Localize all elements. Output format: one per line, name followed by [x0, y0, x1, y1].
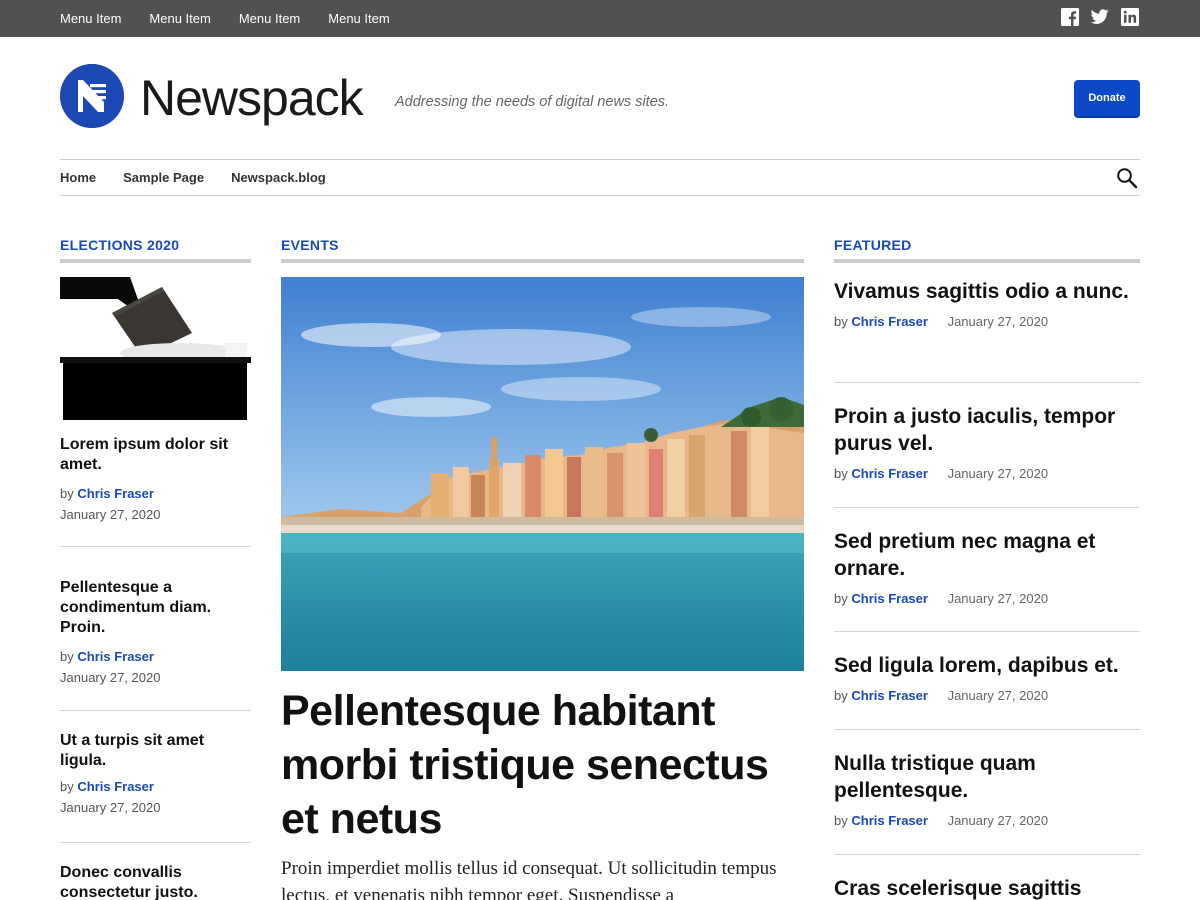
article-date: January 27, 2020: [60, 507, 161, 522]
byline: by Chris Fraser: [60, 776, 251, 797]
byline-prefix: by: [834, 591, 848, 606]
search-icon[interactable]: [1116, 167, 1138, 189]
featured-item[interactable]: Sed pretium nec magna et ornare. by Chri…: [834, 528, 1140, 606]
top-menu-item[interactable]: Menu Item: [328, 0, 389, 37]
section-title-featured[interactable]: FEATURED: [834, 236, 912, 254]
section-title-events[interactable]: EVENTS: [281, 236, 339, 254]
article-title[interactable]: Sed pretium nec magna et ornare.: [834, 528, 1140, 582]
hero-article-excerpt: Proin imperdiet mollis tellus id consequ…: [281, 858, 777, 900]
linkedin-icon[interactable]: [1121, 8, 1139, 26]
section-rule: [60, 259, 251, 263]
article-date: January 27, 2020: [947, 813, 1049, 828]
article-title[interactable]: Lorem ipsum dolor sit amet.: [60, 435, 251, 475]
byline-prefix: by: [834, 688, 848, 703]
donate-button[interactable]: Donate: [1074, 80, 1140, 116]
author-link[interactable]: Chris Fraser: [851, 591, 928, 606]
divider: [834, 854, 1140, 855]
article-date: January 27, 2020: [947, 591, 1049, 606]
byline: by Chris Fraser: [60, 646, 251, 667]
article-title[interactable]: Donec convallis consectetur justo.: [60, 863, 251, 900]
nav-item-home[interactable]: Home: [60, 170, 96, 185]
section-rule: [834, 259, 1140, 263]
site-logo[interactable]: [60, 64, 124, 128]
byline: by Chris Fraser: [60, 483, 251, 504]
ballot-box-image[interactable]: [60, 277, 251, 420]
author-link[interactable]: Chris Fraser: [851, 466, 928, 481]
site-title[interactable]: Newspack: [140, 68, 364, 128]
section-rule: [281, 259, 804, 263]
article-date: January 27, 2020: [947, 466, 1049, 481]
article-title[interactable]: Vivamus sagittis odio a nunc.: [834, 278, 1140, 305]
list-item[interactable]: Donec convallis consectetur justo.: [60, 863, 251, 900]
featured-item[interactable]: Vivamus sagittis odio a nunc. by Chris F…: [834, 278, 1140, 329]
hero-article-title[interactable]: Pellentesque habitant morbi tristique se…: [281, 684, 804, 846]
article-title[interactable]: Ut a turpis sit amet ligula.: [60, 731, 251, 771]
byline-prefix: by: [834, 314, 848, 329]
author-link[interactable]: Chris Fraser: [851, 314, 928, 329]
top-menu-item[interactable]: Menu Item: [60, 0, 121, 37]
author-link[interactable]: Chris Fraser: [77, 649, 154, 664]
nav-divider: [60, 195, 1140, 196]
article-meta: by Chris Fraser January 27, 2020: [834, 466, 1140, 481]
list-item[interactable]: Ut a turpis sit amet ligula. by Chris Fr…: [60, 731, 251, 818]
divider: [834, 729, 1140, 730]
divider: [60, 710, 251, 711]
site-tagline: Addressing the needs of digital news sit…: [395, 94, 670, 110]
article-meta: by Chris Fraser January 27, 2020: [834, 314, 1140, 329]
byline-prefix: by: [60, 649, 74, 664]
top-menu-item[interactable]: Menu Item: [239, 0, 300, 37]
featured-item[interactable]: Nulla tristique quam pellentesque. by Ch…: [834, 750, 1140, 828]
list-item[interactable]: Lorem ipsum dolor sit amet. by Chris Fra…: [60, 435, 251, 525]
featured-item[interactable]: Proin a justo iaculis, tempor purus vel.…: [834, 403, 1140, 481]
facebook-icon[interactable]: [1061, 8, 1079, 26]
divider: [834, 382, 1140, 383]
article-date: January 27, 2020: [60, 800, 161, 815]
divider: [60, 842, 251, 843]
nav-item-newspack-blog[interactable]: Newspack.blog: [231, 170, 326, 185]
divider: [834, 631, 1140, 632]
top-menu: Menu Item Menu Item Menu Item Menu Item: [60, 0, 418, 37]
article-title[interactable]: Nulla tristique quam pellentesque.: [834, 750, 1140, 804]
divider: [834, 507, 1140, 508]
byline-prefix: by: [60, 779, 74, 794]
hero-image[interactable]: [281, 277, 804, 671]
featured-item[interactable]: Sed ligula lorem, dapibus et. by Chris F…: [834, 652, 1140, 703]
author-link[interactable]: Chris Fraser: [851, 813, 928, 828]
featured-item[interactable]: Cras scelerisque sagittis: [834, 875, 1140, 900]
article-date: January 27, 2020: [947, 314, 1049, 329]
article-date: January 27, 2020: [60, 670, 161, 685]
article-date: January 27, 2020: [947, 688, 1049, 703]
article-title[interactable]: Pellentesque a condimentum diam. Proin.: [60, 578, 251, 638]
social-links: [1061, 8, 1139, 26]
top-bar: Menu Item Menu Item Menu Item Menu Item: [0, 0, 1200, 37]
primary-nav: Home Sample Page Newspack.blog: [60, 160, 353, 195]
article-title[interactable]: Cras scelerisque sagittis: [834, 875, 1140, 900]
newspack-logo-icon: [60, 64, 124, 128]
author-link[interactable]: Chris Fraser: [77, 779, 154, 794]
article-title[interactable]: Proin a justo iaculis, tempor purus vel.: [834, 403, 1140, 457]
article-meta: by Chris Fraser January 27, 2020: [834, 591, 1140, 606]
list-item[interactable]: Pellentesque a condimentum diam. Proin. …: [60, 578, 251, 688]
author-link[interactable]: Chris Fraser: [77, 486, 154, 501]
article-title[interactable]: Sed ligula lorem, dapibus et.: [834, 652, 1140, 679]
byline-prefix: by: [834, 466, 848, 481]
top-menu-item[interactable]: Menu Item: [149, 0, 210, 37]
nav-item-sample-page[interactable]: Sample Page: [123, 170, 204, 185]
author-link[interactable]: Chris Fraser: [851, 688, 928, 703]
article-meta: by Chris Fraser January 27, 2020: [834, 813, 1140, 828]
divider: [60, 546, 251, 547]
section-title-elections[interactable]: ELECTIONS 2020: [60, 236, 179, 254]
byline-prefix: by: [834, 813, 848, 828]
byline-prefix: by: [60, 486, 74, 501]
twitter-icon[interactable]: [1091, 8, 1109, 26]
article-meta: by Chris Fraser January 27, 2020: [834, 688, 1140, 703]
